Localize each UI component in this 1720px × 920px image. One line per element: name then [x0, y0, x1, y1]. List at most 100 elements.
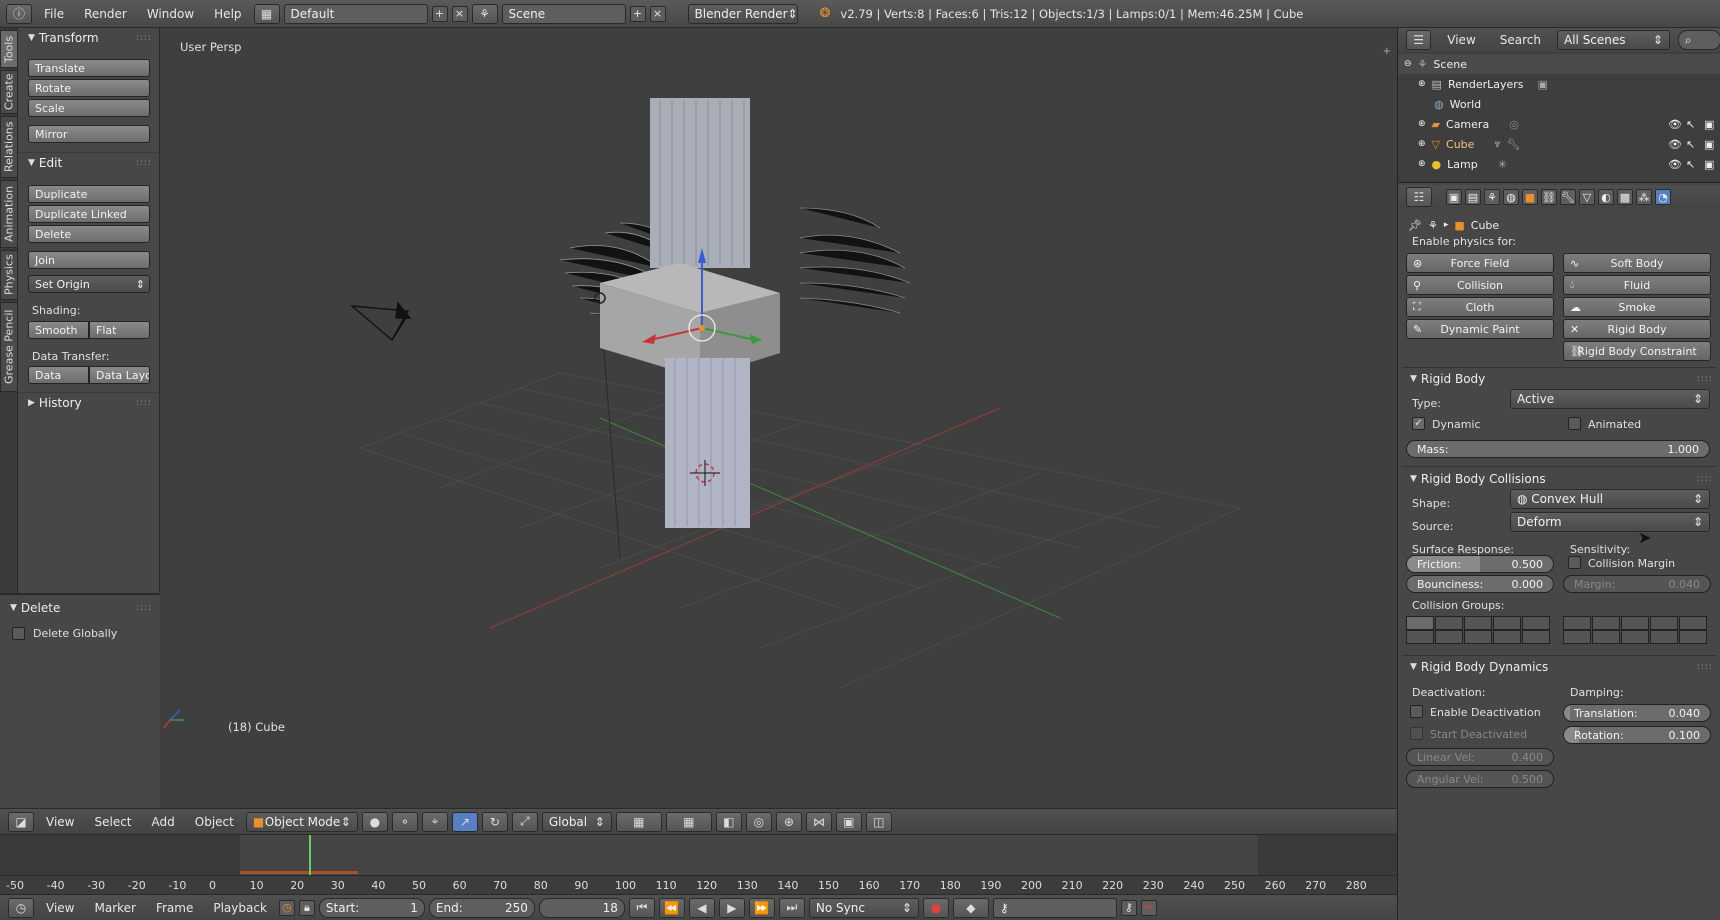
end-frame-field[interactable]: End: 250	[428, 897, 535, 918]
translate-manipulator-icon[interactable]: ↗	[451, 811, 478, 832]
friction-field[interactable]: Friction: 0.500	[1406, 555, 1554, 573]
rigid-body-button[interactable]: ✕ Rigid Body	[1563, 319, 1711, 339]
translation-damping-field[interactable]: Translation: 0.040	[1563, 704, 1711, 722]
menu-frame[interactable]: Frame	[148, 901, 201, 915]
object-tab-icon[interactable]: ■	[1522, 189, 1538, 205]
physics-tab-icon[interactable]: ◔	[1655, 189, 1671, 205]
menu-window[interactable]: Window	[139, 7, 202, 21]
rotate-button[interactable]: Rotate	[28, 79, 150, 97]
active-keying-set-field[interactable]: ⚷	[992, 897, 1117, 918]
mass-field[interactable]: Mass: 1.000	[1406, 440, 1710, 458]
menu-help[interactable]: Help	[206, 7, 249, 21]
tab-relations[interactable]: Relations	[0, 116, 18, 178]
visibility-eye-icon[interactable]: 👁︎	[1668, 138, 1682, 151]
drag-handle-icon[interactable]: ::::	[1697, 474, 1713, 484]
menu-view[interactable]: View	[38, 815, 82, 829]
tab-create[interactable]: Create	[0, 70, 18, 114]
collision-group-toggle[interactable]	[1563, 630, 1591, 644]
translate-button[interactable]: Translate	[28, 59, 150, 77]
current-frame-field[interactable]: 18	[538, 897, 625, 918]
enable-deactivation-checkbox[interactable]	[1410, 705, 1423, 718]
renderable-camera-icon[interactable]: ▣	[1704, 138, 1714, 151]
mode-select[interactable]: ■ Object Mode ⇕	[245, 811, 358, 832]
keying-set-icon[interactable]: ◆	[952, 897, 989, 918]
collision-group-toggle[interactable]	[1592, 630, 1620, 644]
drag-handle-icon[interactable]: ::::	[136, 33, 152, 43]
viewport-shading-icon[interactable]: ●	[361, 811, 388, 832]
collision-group-toggle[interactable]	[1650, 616, 1678, 630]
fluid-button[interactable]: 💧︎ Fluid	[1563, 275, 1711, 295]
menu-search[interactable]: Search	[1492, 33, 1549, 47]
collision-group-toggle[interactable]	[1592, 616, 1620, 630]
material-tab-icon[interactable]: ◐	[1598, 189, 1614, 205]
outliner-row-scene[interactable]: ⊖ ⚘ Scene	[1398, 54, 1720, 74]
layers-grid-a-icon[interactable]: ▦	[615, 811, 662, 832]
play-icon[interactable]: ▶	[718, 897, 745, 918]
display-filter-select[interactable]: All Scenes ⇕	[1557, 30, 1670, 50]
editor-type-timeline-icon[interactable]: ◷	[8, 897, 34, 918]
jump-start-icon[interactable]: ⏮	[628, 897, 655, 918]
remove-layout-icon[interactable]: ×	[451, 5, 468, 22]
dynamic-checkbox[interactable]: ✓	[1412, 417, 1425, 430]
collision-source-select[interactable]: Deform ⇕	[1510, 512, 1710, 532]
outliner-row-renderlayers[interactable]: ⊕ ▤ RenderLayers ▣	[1398, 74, 1720, 94]
drag-handle-icon[interactable]: ::::	[1697, 374, 1713, 384]
scale-button[interactable]: Scale	[28, 99, 150, 117]
collision-group-toggle[interactable]	[1464, 616, 1492, 630]
renderable-camera-icon[interactable]: ▣	[1704, 158, 1714, 171]
record-icon[interactable]: ●	[922, 897, 949, 918]
rigid-body-constraint-button[interactable]: ⛓ Rigid Body Constraint	[1563, 341, 1711, 361]
menu-object[interactable]: Object	[187, 815, 242, 829]
menu-view[interactable]: View	[1439, 33, 1483, 47]
layout-field[interactable]: Default	[283, 3, 428, 24]
render-tab-icon[interactable]: ▣	[1446, 189, 1462, 205]
modifiers-tab-icon[interactable]: 🔧︎	[1560, 189, 1576, 205]
3d-viewport[interactable]: User Persp (18) Cube +	[160, 28, 1397, 808]
outliner-row-camera[interactable]: ⊕ ▰ Camera ◎ 👁︎ ↖ ▣	[1398, 114, 1720, 134]
transform-panel-header[interactable]: ▼ Transform ::::	[18, 28, 160, 48]
constraints-tab-icon[interactable]: ⛓	[1541, 189, 1557, 205]
duplicate-linked-button[interactable]: Duplicate Linked	[28, 205, 150, 223]
jump-next-key-icon[interactable]: ⏩	[748, 897, 775, 918]
menu-marker[interactable]: Marker	[86, 901, 143, 915]
render-animation-icon[interactable]: ◫	[865, 811, 892, 832]
smoke-button[interactable]: ☁ Smoke	[1563, 297, 1711, 317]
current-frame-line[interactable]	[309, 835, 311, 875]
add-layout-icon[interactable]: +	[431, 5, 448, 22]
visibility-eye-icon[interactable]: 👁︎	[1668, 158, 1682, 171]
outliner-row-lamp[interactable]: ⊕ ● Lamp ✳ 👁︎ ↖ ▣	[1398, 154, 1720, 174]
smooth-button[interactable]: Smooth	[28, 321, 89, 339]
editor-type-3d-icon[interactable]: ◪	[8, 811, 34, 832]
renderable-camera-icon[interactable]: ▣	[1704, 118, 1714, 131]
proportional-edit-icon[interactable]: ◎	[745, 811, 772, 832]
rigid-body-panel-header[interactable]: ▼ Rigid Body ::::	[1398, 369, 1720, 389]
collision-group-toggle[interactable]	[1522, 630, 1550, 644]
sync-select[interactable]: No Sync ⇕	[808, 897, 919, 918]
collision-group-toggle[interactable]	[1493, 616, 1521, 630]
collision-group-toggle[interactable]	[1406, 616, 1434, 630]
collision-group-toggle[interactable]	[1435, 630, 1463, 644]
force-field-button[interactable]: ⊛ Force Field	[1406, 253, 1554, 273]
menu-playback[interactable]: Playback	[205, 901, 275, 915]
render-engine-select[interactable]: Blender Render ⇕	[687, 3, 798, 24]
texture-tab-icon[interactable]: ▩	[1617, 189, 1633, 205]
join-button[interactable]: Join	[28, 251, 150, 269]
delete-keyframe-icon[interactable]: ✂	[1140, 899, 1157, 916]
particles-tab-icon[interactable]: ⁂	[1636, 189, 1652, 205]
remove-scene-icon[interactable]: ×	[649, 5, 666, 22]
soft-body-button[interactable]: ∿ Soft Body	[1563, 253, 1711, 273]
layer-lock-icon[interactable]: ◧	[715, 811, 742, 832]
selectable-arrow-icon[interactable]: ↖	[1686, 158, 1695, 171]
visibility-eye-icon[interactable]: 👁︎	[1668, 118, 1682, 131]
bounciness-field[interactable]: Bounciness: 0.000	[1406, 575, 1554, 593]
drag-handle-icon[interactable]: ::::	[136, 158, 152, 168]
outliner-row-world[interactable]: ◍ World	[1398, 94, 1720, 114]
drag-handle-icon[interactable]: ::::	[1697, 662, 1713, 672]
scene-tab-icon[interactable]: ⚘	[1484, 189, 1500, 205]
preview-range-icon[interactable]: ◷	[278, 899, 295, 916]
collision-group-toggle[interactable]	[1650, 630, 1678, 644]
scene-field[interactable]: Scene	[501, 3, 626, 24]
menu-file[interactable]: File	[36, 7, 72, 21]
drag-handle-icon[interactable]: ::::	[136, 398, 152, 408]
world-tab-icon[interactable]: ◍	[1503, 189, 1519, 205]
